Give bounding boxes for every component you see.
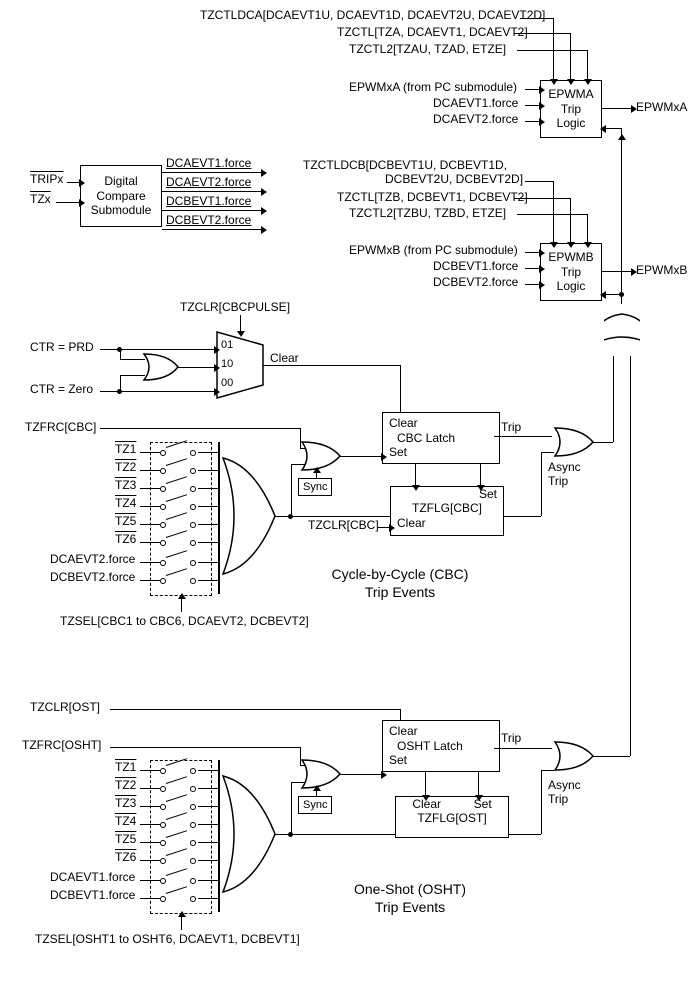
cbc-tzfrc: TZFRC[CBC] — [25, 420, 96, 434]
osht-tz2: TZ2 — [115, 778, 136, 792]
osht-tz5: TZ5 — [115, 832, 136, 846]
cbc-sync: Sync — [303, 481, 327, 493]
epwma-in-f1: DCAEVT1.force — [433, 96, 518, 110]
epwma-in-f2: DCAEVT2.force — [433, 112, 518, 126]
osht-async2: Trip — [548, 792, 568, 806]
cbc-switch-group — [150, 442, 212, 596]
cbc-tz3: TZ3 — [115, 478, 136, 492]
epwma-in-epwm: EPWMxA (from PC submodule) — [349, 80, 517, 94]
mux-out: Clear — [270, 351, 299, 365]
osht-sync-box: Sync — [298, 796, 332, 814]
epwma-out: EPWMxA — [636, 100, 687, 114]
mux-00: 00 — [221, 377, 233, 389]
mux-tzclr: TZCLR[CBCPULSE] — [180, 300, 290, 314]
epwmb-in-epwm: EPWMxB (from PC submodule) — [349, 243, 518, 257]
epwmb-reg3: TZCTL2[TZBU, TZBD, ETZE] — [349, 206, 506, 220]
epwmb-reg1: TZCTLDCB[DCBEVT1U, DCBEVT1D, — [303, 158, 507, 172]
cbc-latch-l2: CBC Latch — [389, 431, 455, 445]
cbc-async: Async — [548, 460, 581, 474]
cbc-dca: DCAEVT2.force — [50, 552, 135, 566]
epwma-box: EPWMA Trip Logic — [540, 80, 602, 138]
mux-in-zero: CTR = Zero — [30, 382, 93, 396]
cbc-tz6: TZ6 — [115, 532, 136, 546]
or-gate-big-icon — [604, 300, 640, 360]
dc-in-tzx: TZx — [30, 192, 51, 206]
cbc-title: Cycle-by-Cycle (CBC) Trip Events — [300, 565, 500, 601]
or-gate-osht-trip-icon — [551, 740, 595, 772]
osht-switch-group — [150, 760, 212, 914]
dc-submodule-box: Digital Compare Submodule — [80, 165, 162, 227]
cbc-flag-clear: Clear — [397, 516, 426, 530]
or-gate-cbc-sw-icon — [219, 456, 277, 576]
osht-latch-l1: Clear — [389, 724, 418, 738]
cbc-tzsel: TZSEL[CBC1 to CBC6, DCAEVT2, DCBEVT2] — [60, 614, 309, 628]
dc-out1: DCAEVT1.force — [166, 156, 251, 170]
or-gate-osht-sw-icon — [219, 774, 277, 894]
epwma-reg2: TZCTL[TZA, DCAEVT1, DCAEVT2] — [337, 25, 528, 39]
osht-tzsel: TZSEL[OSHT1 to OSHT6, DCAEVT1, DCBEVT1] — [35, 932, 300, 946]
cbc-tzclr: TZCLR[CBC] — [308, 518, 379, 532]
epwma-t1: EPWMA — [548, 87, 593, 101]
dc-out4: DCBEVT2.force — [166, 213, 251, 227]
epwmb-t3: Logic — [557, 279, 586, 293]
cbc-tz2: TZ2 — [115, 460, 136, 474]
cbc-tz5: TZ5 — [115, 514, 136, 528]
osht-latch-l2: OSHT Latch — [389, 739, 463, 753]
osht-tz3: TZ3 — [115, 796, 136, 810]
dc-title-1: Digital — [104, 174, 137, 188]
cbc-flag-box: Set TZFLG[CBC] Clear — [390, 486, 504, 536]
epwmb-box: EPWMB Trip Logic — [540, 243, 602, 301]
osht-flag-box: Clear Set TZFLG[OST] — [395, 796, 509, 838]
osht-flag-name: TZFLG[OST] — [417, 811, 486, 825]
epwmb-reg2: TZCTL[TZB, DCBEVT1, DCBEVT2] — [337, 190, 528, 204]
cbc-dcb: DCBEVT2.force — [50, 570, 135, 584]
osht-sync: Sync — [303, 799, 327, 811]
cbc-trip: Trip — [501, 420, 521, 434]
epwma-t2: Trip — [561, 102, 581, 116]
cbc-async2: Trip — [548, 474, 568, 488]
dc-in-tripx: TRIPx — [30, 172, 63, 186]
dc-out3: DCBEVT1.force — [166, 194, 251, 208]
epwma-reg1: TZCTLDCA[DCAEVT1U, DCAEVT1D, DCAEVT2U, D… — [200, 8, 545, 22]
osht-title: One-Shot (OSHT) Trip Events — [310, 880, 510, 916]
osht-latch-l3: Set — [389, 753, 407, 767]
epwmb-in-f1: DCBEVT1.force — [433, 259, 518, 273]
osht-tzclr: TZCLR[OST] — [30, 700, 100, 714]
cbc-latch-l3: Set — [389, 445, 407, 459]
osht-tz6: TZ6 — [115, 850, 136, 864]
epwmb-out: EPWMxB — [636, 263, 687, 277]
mux-01: 01 — [221, 339, 233, 351]
or-gate-cbc-trip-icon — [551, 426, 595, 458]
osht-dcb: DCBEVT1.force — [50, 888, 135, 902]
epwma-reg3: TZCTL2[TZAU, TZAD, ETZE] — [349, 42, 506, 56]
cbc-flag-name: TZFLG[CBC] — [412, 501, 482, 515]
epwmb-in-f2: DCBEVT2.force — [433, 275, 518, 289]
epwmb-reg1b: DCBEVT2U, DCBEVT2D] — [385, 172, 523, 186]
epwmb-t1: EPWMB — [548, 250, 593, 264]
cbc-latch-l1: Clear — [389, 416, 418, 430]
osht-tzfrc: TZFRC[OSHT] — [22, 738, 101, 752]
cbc-latch-box: Clear CBC Latch Set — [382, 412, 500, 464]
mux-10: 10 — [221, 358, 233, 370]
epwmb-t2: Trip — [561, 265, 581, 279]
epwma-t3: Logic — [557, 116, 586, 130]
osht-dca: DCAEVT1.force — [50, 870, 135, 884]
cbc-sync-box: Sync — [298, 478, 332, 496]
cbc-tz1: TZ1 — [115, 442, 136, 456]
osht-tz1: TZ1 — [115, 760, 136, 774]
dc-out2: DCAEVT2.force — [166, 175, 251, 189]
cbc-tz4: TZ4 — [115, 496, 136, 510]
dc-title-2: Compare — [96, 189, 145, 203]
osht-async: Async — [548, 778, 581, 792]
osht-tz4: TZ4 — [115, 814, 136, 828]
osht-trip: Trip — [501, 731, 521, 745]
mux-in-prd: CTR = PRD — [30, 340, 94, 354]
osht-latch-box: Clear OSHT Latch Set — [382, 720, 500, 772]
dc-title-3: Submodule — [91, 203, 152, 217]
or-gate-mux-icon — [140, 352, 180, 382]
